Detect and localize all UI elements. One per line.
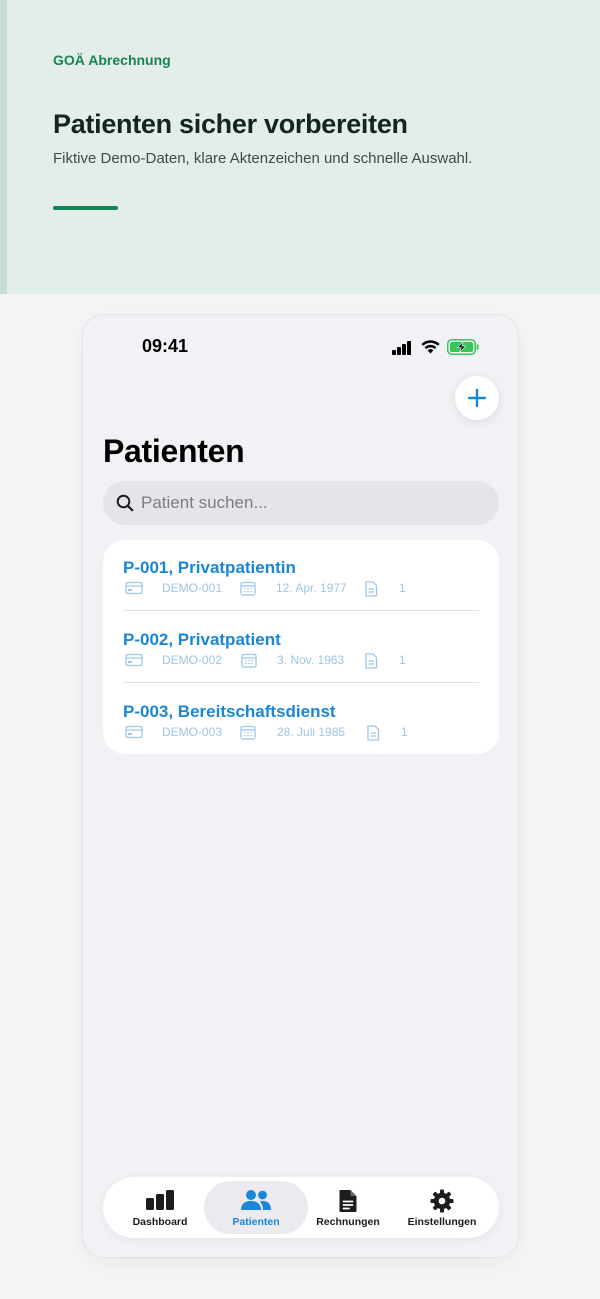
patient-meta: DEMO-003 28. Juli 1985 1 — [123, 724, 483, 741]
hero-accent-stripe — [0, 0, 7, 294]
hero-underline — [53, 206, 118, 210]
patient-file-id: DEMO-001 — [162, 581, 223, 595]
battery-charging-icon — [447, 339, 479, 355]
id-card-icon — [125, 725, 143, 739]
patient-meta: DEMO-001 12. Apr. 1977 1 — [123, 580, 483, 597]
tab-rechnungen-label: Rechnungen — [316, 1216, 380, 1228]
tab-einstellungen[interactable]: Einstellungen — [392, 1181, 492, 1234]
patient-birth-date: 3. Nov. 1963 — [277, 653, 345, 667]
hero-subtitle: Fiktive Demo-Daten, klare Aktenzeichen u… — [53, 150, 473, 167]
wifi-icon — [421, 340, 440, 354]
row-divider — [123, 682, 479, 683]
patient-birth-date: 28. Juli 1985 — [277, 725, 346, 739]
tab-bar: Dashboard Patienten Rechnungen Einstellu… — [103, 1177, 499, 1238]
document-icon — [367, 725, 380, 741]
patient-file-id: DEMO-003 — [162, 725, 223, 739]
patient-name: P-002, Privatpatient — [123, 630, 281, 649]
hero-banner: GOÄ Abrechnung Patienten sicher vorberei… — [0, 0, 600, 294]
page-title: Patienten — [103, 433, 245, 469]
add-patient-button[interactable] — [455, 376, 499, 420]
calendar-icon — [240, 581, 256, 596]
status-time: 09:41 — [142, 336, 189, 356]
patient-row[interactable]: P-002, Privatpatient DEMO-002 3. Nov. 19… — [103, 612, 499, 684]
id-card-icon — [125, 653, 143, 667]
tab-dashboard-label: Dashboard — [132, 1216, 188, 1228]
calendar-icon — [241, 653, 257, 668]
hero-title: Patienten sicher vorbereiten — [53, 109, 408, 139]
search-input[interactable] — [141, 481, 481, 525]
patient-row[interactable]: P-003, Bereitschaftsdienst DEMO-003 28. … — [103, 684, 499, 756]
document-icon — [339, 1190, 357, 1212]
tab-patienten-label: Patienten — [232, 1216, 280, 1228]
patient-file-id: DEMO-002 — [162, 653, 223, 667]
document-icon — [365, 653, 378, 669]
patient-row[interactable]: P-001, Privatpatientin DEMO-001 12. Apr.… — [103, 540, 499, 612]
row-divider — [123, 610, 479, 611]
patient-invoice-count: 1 — [399, 653, 406, 667]
hero-eyebrow: GOÄ Abrechnung — [53, 52, 171, 68]
patient-meta: DEMO-002 3. Nov. 1963 1 — [123, 652, 483, 669]
patient-invoice-count: 1 — [399, 581, 406, 595]
gear-icon — [430, 1189, 454, 1213]
calendar-icon — [240, 725, 256, 740]
patient-list: P-001, Privatpatientin DEMO-001 12. Apr.… — [103, 540, 499, 754]
search-bar[interactable] — [103, 481, 499, 525]
phone-screen: 09:41 Patienten Patient suchen... P-001,… — [82, 314, 519, 1258]
patient-invoice-count: 1 — [401, 725, 408, 739]
status-icons — [392, 339, 482, 355]
people-icon — [241, 1190, 271, 1210]
tab-rechnungen[interactable]: Rechnungen — [299, 1181, 397, 1234]
tab-dashboard[interactable]: Dashboard — [111, 1181, 209, 1234]
patient-name: P-003, Bereitschaftsdienst — [123, 702, 336, 721]
plus-icon — [467, 388, 487, 408]
search-icon — [116, 494, 134, 512]
tab-einstellungen-label: Einstellungen — [407, 1216, 477, 1228]
patient-name: P-001, Privatpatientin — [123, 558, 296, 577]
document-icon — [365, 581, 378, 597]
tab-patienten[interactable]: Patienten — [204, 1181, 308, 1234]
chart-bars-icon — [146, 1190, 174, 1210]
patient-birth-date: 12. Apr. 1977 — [276, 581, 347, 595]
id-card-icon — [125, 581, 143, 595]
